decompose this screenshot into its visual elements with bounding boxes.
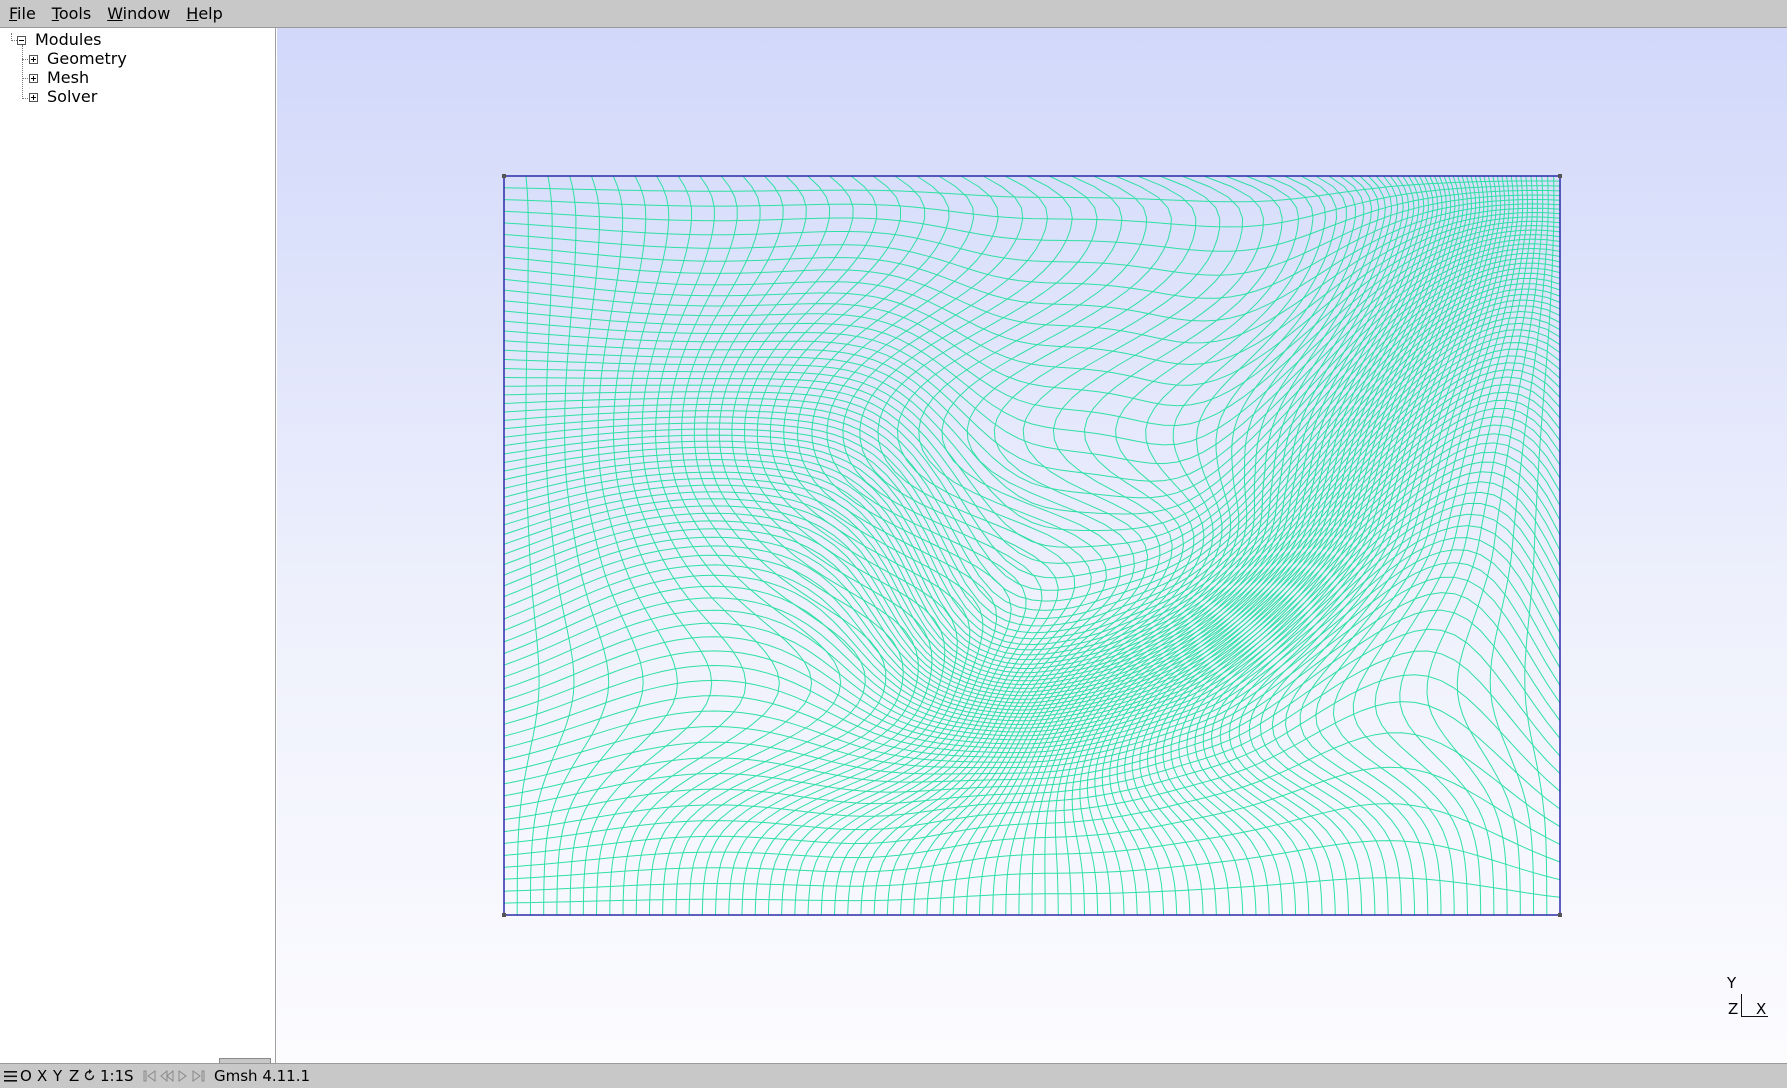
collapse-icon[interactable] bbox=[17, 36, 26, 45]
first-step-icon[interactable] bbox=[143, 1070, 156, 1082]
hamburger-icon[interactable] bbox=[4, 1071, 17, 1082]
tree-item-modules[interactable]: Modules bbox=[35, 30, 102, 49]
menu-file[interactable]: File bbox=[0, 0, 44, 28]
last-step-icon[interactable] bbox=[192, 1070, 206, 1082]
mesh-edge bbox=[1202, 175, 1473, 916]
tree-guide-line bbox=[22, 45, 23, 99]
graphic-window[interactable]: Y Z X bbox=[277, 28, 1787, 1063]
mesh-edge bbox=[529, 175, 575, 916]
mesh-edge bbox=[503, 211, 1561, 366]
scale-button[interactable]: 1:1 bbox=[100, 1064, 124, 1088]
mesh-edge bbox=[503, 503, 1561, 741]
expand-icon[interactable] bbox=[29, 93, 38, 102]
expand-icon[interactable] bbox=[29, 55, 38, 64]
menubar: File Tools Window Help bbox=[0, 0, 1787, 28]
view-y-button[interactable]: Y bbox=[53, 1064, 62, 1088]
statusbar: O X Y Z 1:1 S Gmsh 4.11.1 bbox=[0, 1063, 1787, 1088]
axes-widget: Y Z X bbox=[1724, 974, 1784, 1024]
corner-point bbox=[1558, 174, 1562, 178]
corner-point bbox=[1558, 913, 1562, 917]
mesh-edge bbox=[834, 175, 1098, 916]
status-message: Gmsh 4.11.1 bbox=[214, 1067, 311, 1085]
mesh-canvas[interactable] bbox=[277, 28, 1787, 1063]
axis-label-x: X bbox=[1756, 1000, 1767, 1018]
step-back-icon[interactable] bbox=[160, 1070, 174, 1082]
snapshot-s-button[interactable]: S bbox=[124, 1064, 134, 1088]
tree-item-geometry[interactable]: Geometry bbox=[47, 49, 127, 68]
tree-item-solver[interactable]: Solver bbox=[47, 87, 97, 106]
view-z-button[interactable]: Z bbox=[69, 1064, 79, 1088]
mesh-edge bbox=[503, 576, 1561, 773]
corner-point bbox=[502, 174, 506, 178]
module-tree: Modules Geometry Mesh Solver bbox=[0, 28, 276, 1086]
menu-help[interactable]: Help bbox=[178, 0, 230, 28]
mesh-edge bbox=[503, 408, 1561, 704]
mesh-edge bbox=[1018, 175, 1357, 916]
mesh-edge bbox=[503, 481, 1561, 733]
rotate-icon[interactable] bbox=[83, 1069, 96, 1082]
mesh-edge bbox=[1044, 175, 1373, 915]
play-icon[interactable] bbox=[178, 1070, 187, 1082]
mesh-edge bbox=[701, 175, 933, 916]
expand-icon[interactable] bbox=[29, 74, 38, 83]
mesh-edge bbox=[569, 175, 679, 916]
tree-item-mesh[interactable]: Mesh bbox=[47, 68, 89, 87]
view-x-button[interactable]: X bbox=[37, 1064, 47, 1088]
axis-label-z: Z bbox=[1728, 1000, 1739, 1018]
mesh-edge bbox=[503, 383, 1561, 693]
view-origin-button[interactable]: O bbox=[20, 1064, 32, 1088]
axis-label-y: Y bbox=[1727, 974, 1737, 992]
menu-window[interactable]: Window bbox=[99, 0, 178, 28]
y-axis-line bbox=[1741, 994, 1742, 1017]
mesh-edge bbox=[635, 175, 842, 916]
mesh-edge bbox=[979, 175, 1326, 916]
mesh-edge bbox=[503, 732, 1561, 856]
menu-tools[interactable]: Tools bbox=[44, 0, 99, 28]
corner-point bbox=[502, 913, 506, 917]
mesh-lines bbox=[503, 175, 1561, 916]
